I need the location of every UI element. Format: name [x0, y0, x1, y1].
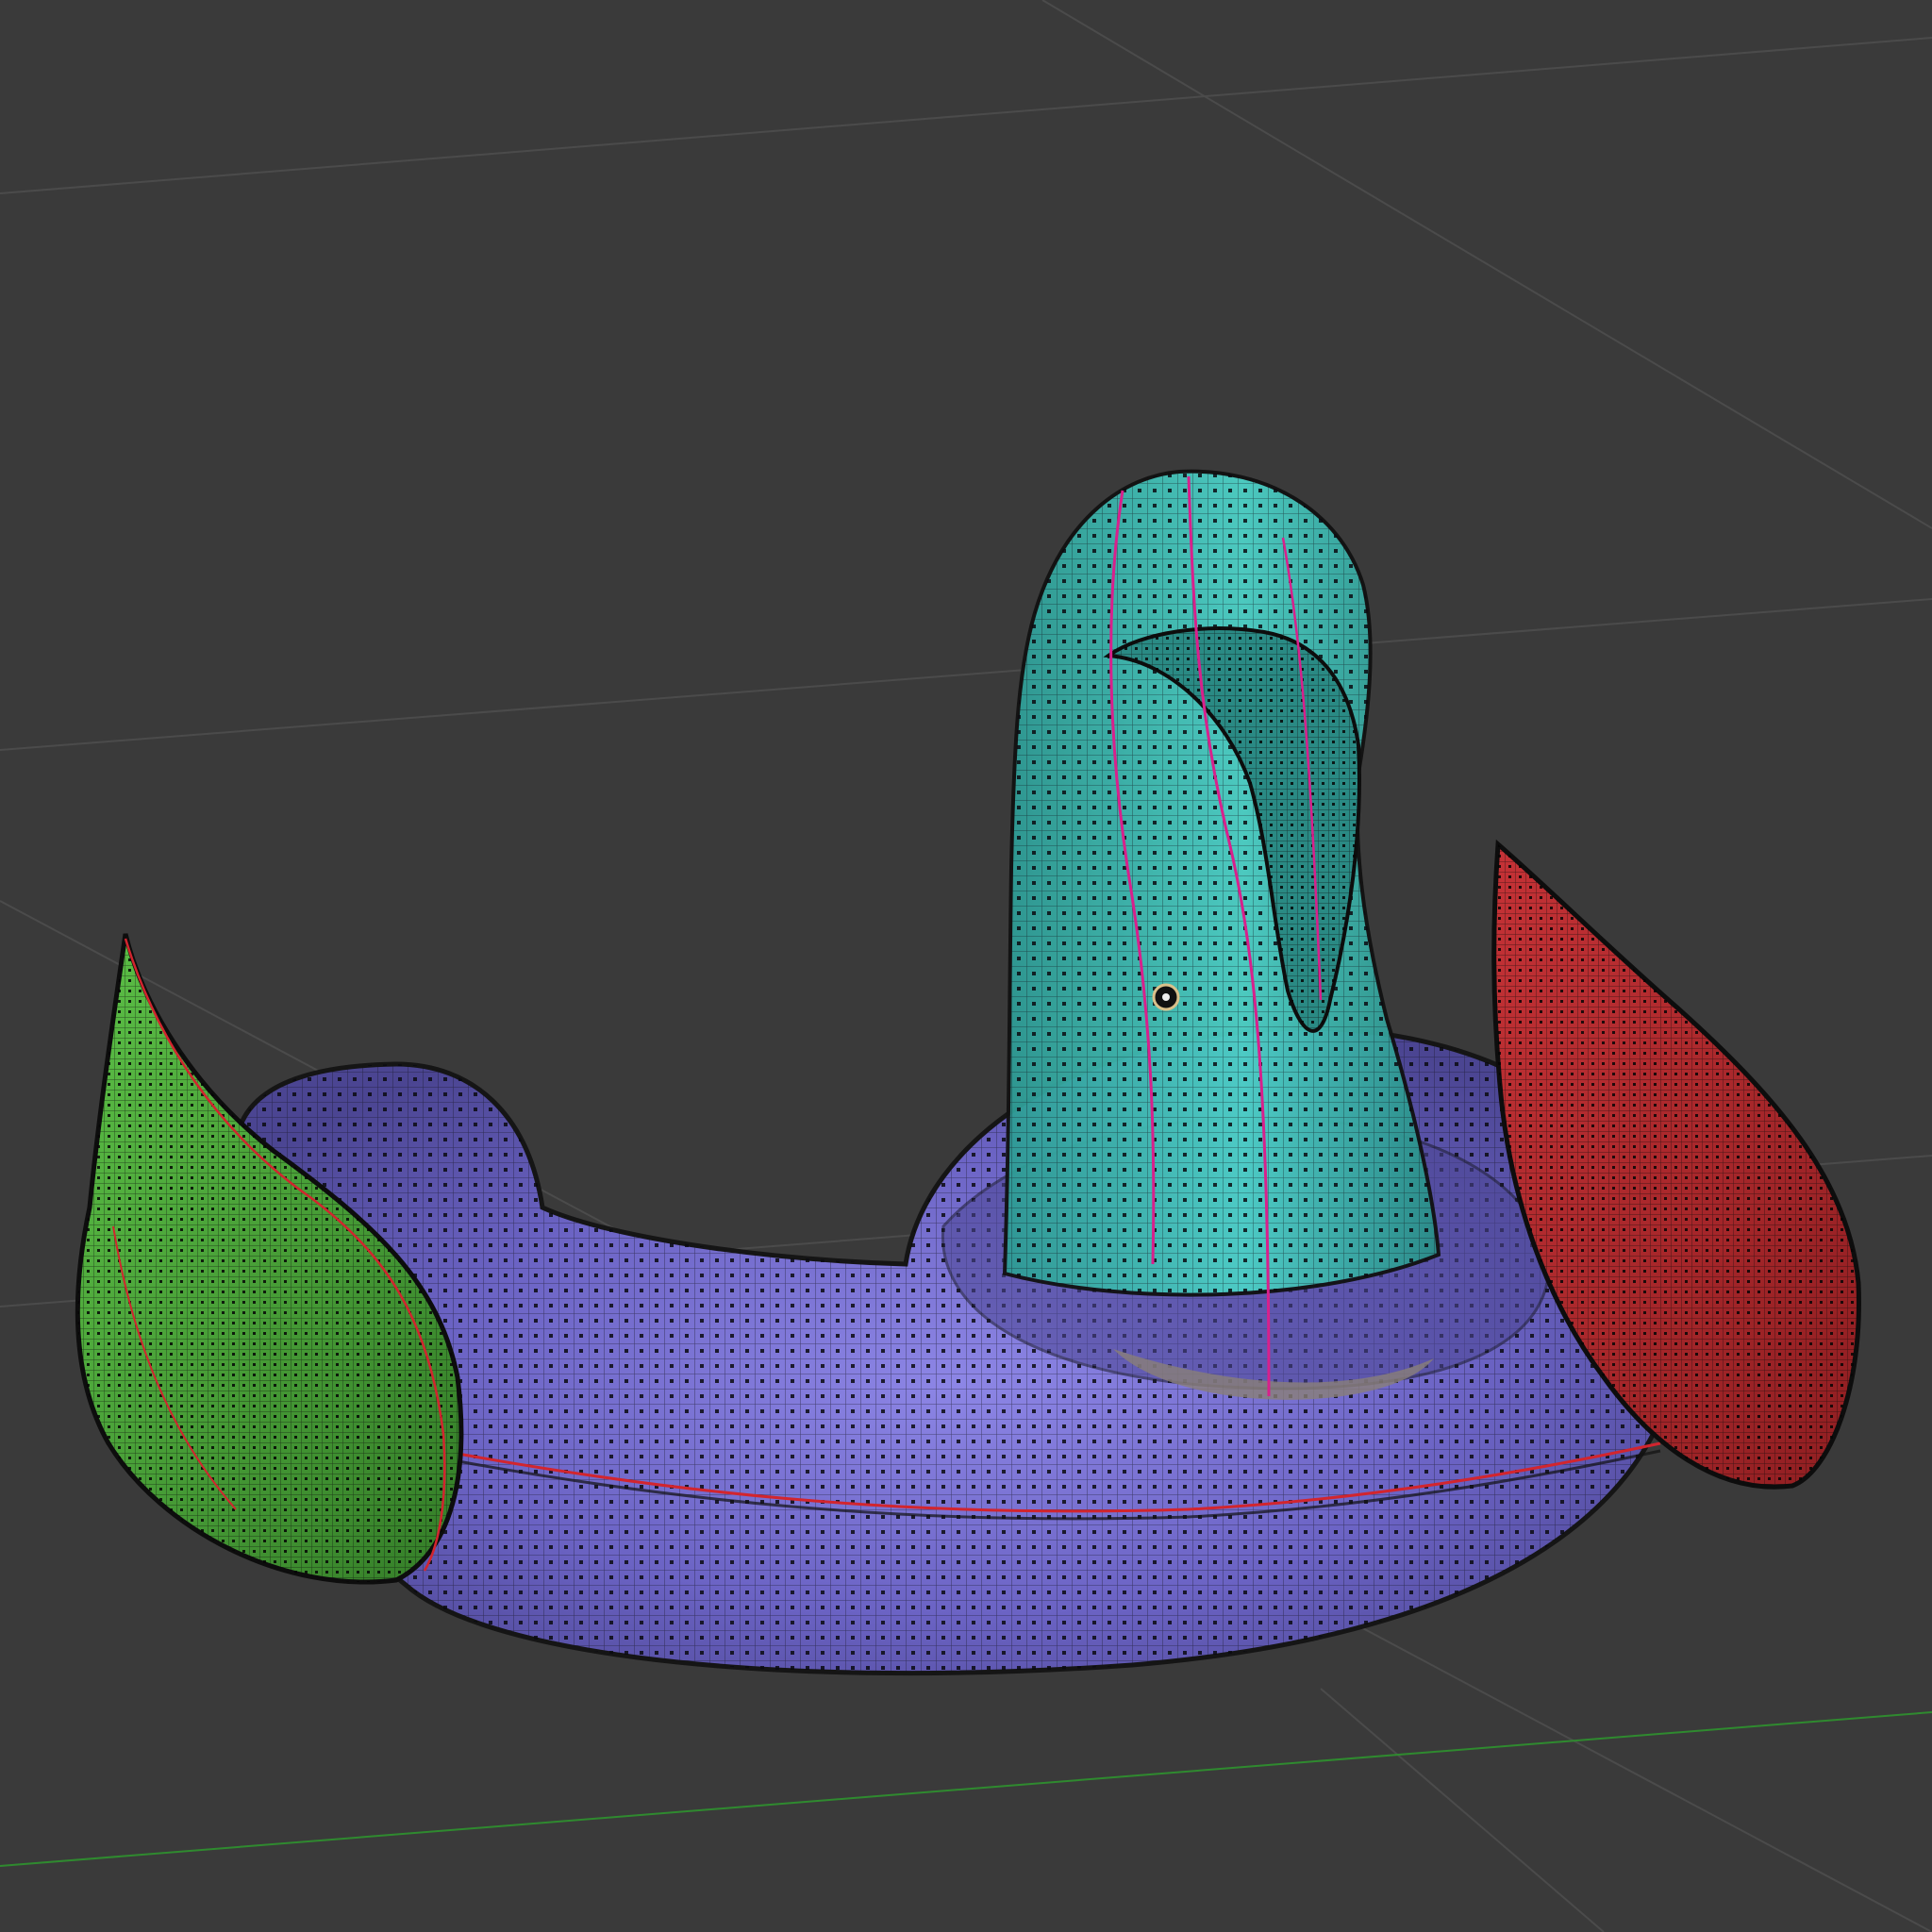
neck-head[interactable]	[1002, 469, 1441, 1397]
3d-viewport[interactable]	[0, 0, 1932, 1932]
viewport-canvas[interactable]	[0, 0, 1932, 1932]
x-axis-line	[0, 1711, 1932, 1867]
origin-dot-icon[interactable]	[1152, 983, 1180, 1011]
